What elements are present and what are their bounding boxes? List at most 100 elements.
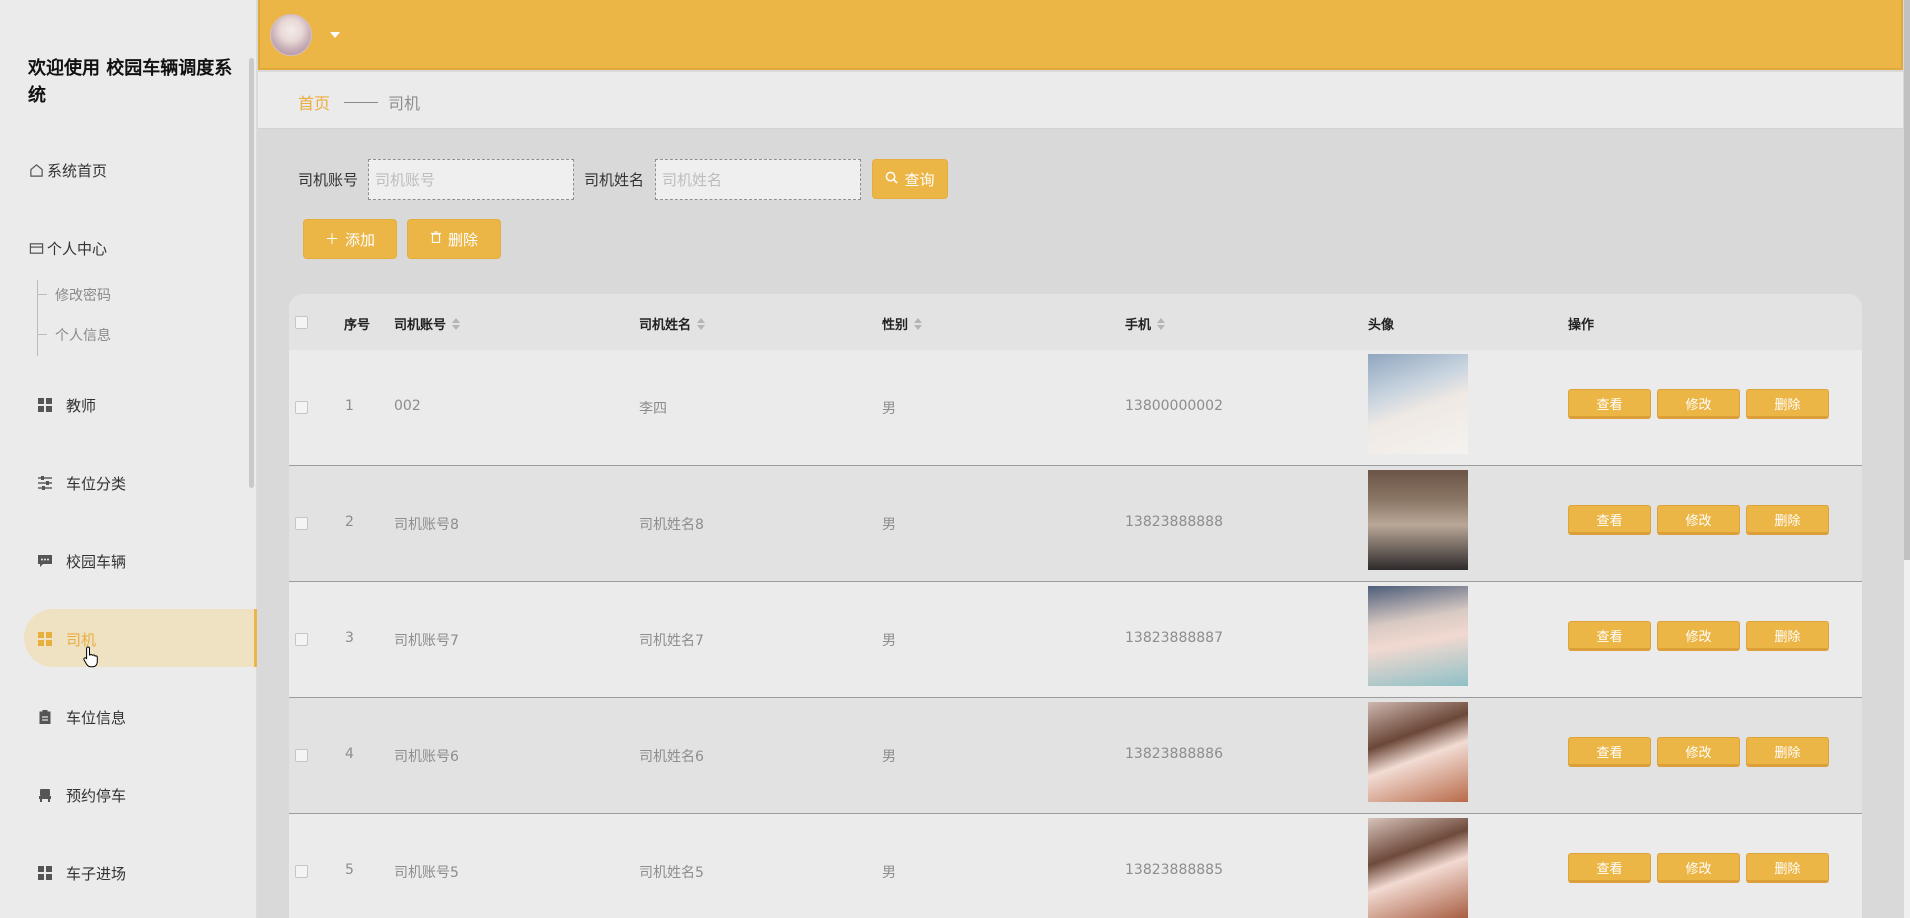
header-name[interactable]: 司机姓名 — [639, 314, 706, 333]
sidebar: 欢迎使用 校园车辆调度系统 系统首页 个人中心 修改密码 个人信息 教师 车位分… — [0, 0, 257, 918]
select-all-checkbox[interactable] — [295, 316, 308, 329]
delete-button-label: 删除 — [447, 230, 478, 249]
sidebar-item-home[interactable]: 系统首页 — [28, 158, 107, 182]
edit-button[interactable]: 修改 — [1657, 621, 1740, 651]
header-name-label: 司机姓名 — [639, 318, 692, 333]
chevron-down-icon[interactable] — [330, 32, 340, 38]
query-button-label: 查询 — [904, 170, 935, 189]
cell-index: 4 — [345, 746, 354, 762]
row-delete-button[interactable]: 删除 — [1746, 853, 1829, 883]
cell-gender: 男 — [882, 517, 896, 533]
sidebar-item-space-info[interactable]: 车位信息 — [28, 705, 126, 729]
view-button[interactable]: 查看 — [1568, 505, 1651, 535]
view-button[interactable]: 查看 — [1568, 853, 1651, 883]
sidebar-item-reserve-parking[interactable]: 预约停车 — [28, 783, 126, 807]
cell-gender: 男 — [882, 633, 896, 649]
card-icon — [28, 240, 44, 256]
sort-icon[interactable] — [1157, 317, 1166, 330]
sidebar-item-label: 车子进场 — [66, 864, 127, 883]
app-window: 欢迎使用 校园车辆调度系统 系统首页 个人中心 修改密码 个人信息 教师 车位分… — [0, 0, 1910, 918]
name-search-input[interactable]: 司机姓名 — [655, 159, 861, 200]
cell-name: 司机姓名6 — [639, 749, 704, 765]
grid-icon — [37, 397, 53, 413]
cell-index: 3 — [345, 630, 354, 646]
sidebar-active-indicator — [254, 609, 257, 667]
user-avatar[interactable] — [270, 14, 312, 56]
edit-button[interactable]: 修改 — [1657, 853, 1740, 883]
row-checkbox[interactable] — [295, 517, 308, 530]
table-row: 1 002 李四 男 13800000002 查看 修改 删除 — [289, 350, 1862, 466]
row-delete-button[interactable]: 删除 — [1746, 737, 1829, 767]
driver-avatar-image — [1368, 470, 1468, 570]
sort-icon[interactable] — [914, 317, 923, 330]
table-row: 5 司机账号5 司机姓名5 男 13823888885 查看 修改 删除 — [289, 814, 1862, 918]
cell-name: 司机姓名8 — [639, 517, 704, 533]
submenu-divider — [37, 280, 38, 356]
page-scrollbar-thumb[interactable] — [1904, 0, 1910, 560]
header-gender[interactable]: 性别 — [882, 314, 923, 333]
driver-avatar-image — [1368, 354, 1468, 454]
view-button[interactable]: 查看 — [1568, 737, 1651, 767]
cell-account: 司机账号7 — [394, 633, 459, 649]
row-delete-button[interactable]: 删除 — [1746, 621, 1829, 651]
message-icon — [37, 553, 53, 569]
breadcrumb-bar: 首页 司机 — [258, 72, 1903, 129]
view-button[interactable]: 查看 — [1568, 389, 1651, 419]
sidebar-item-personal-center[interactable]: 个人中心 — [28, 236, 107, 260]
cell-name: 李四 — [639, 401, 667, 417]
header-avatar: 头像 — [1368, 318, 1395, 333]
seat-icon — [37, 787, 53, 803]
header-account[interactable]: 司机账号 — [394, 314, 461, 333]
grid-icon — [37, 865, 53, 881]
sidebar-item-space-category[interactable]: 车位分类 — [28, 471, 126, 495]
row-delete-button[interactable]: 删除 — [1746, 389, 1829, 419]
edit-button[interactable]: 修改 — [1657, 737, 1740, 767]
sidebar-item-campus-vehicles[interactable]: 校园车辆 — [28, 549, 126, 573]
sort-icon[interactable] — [697, 317, 706, 330]
add-button-label: 添加 — [344, 230, 375, 249]
row-checkbox[interactable] — [295, 633, 308, 646]
row-checkbox[interactable] — [295, 749, 308, 762]
sidebar-item-label: 个人中心 — [47, 239, 108, 258]
view-button[interactable]: 查看 — [1568, 621, 1651, 651]
edit-button[interactable]: 修改 — [1657, 389, 1740, 419]
cell-index: 1 — [345, 398, 354, 414]
breadcrumb-current: 司机 — [388, 94, 421, 113]
cell-account: 司机账号5 — [394, 865, 459, 881]
cell-phone: 13823888888 — [1125, 514, 1223, 530]
cell-phone: 13823888886 — [1125, 746, 1223, 762]
edit-button[interactable]: 修改 — [1657, 505, 1740, 535]
breadcrumb-home[interactable]: 首页 — [298, 90, 330, 114]
sidebar-subitem-change-password[interactable]: 修改密码 — [38, 285, 111, 305]
row-checkbox[interactable] — [295, 865, 308, 878]
sidebar-item-label: 车位信息 — [66, 708, 127, 727]
breadcrumb-separator — [344, 101, 379, 103]
sort-icon[interactable] — [452, 317, 461, 330]
header-phone[interactable]: 手机 — [1125, 314, 1166, 333]
row-checkbox[interactable] — [295, 401, 308, 414]
sidebar-scrollbar[interactable] — [249, 58, 254, 488]
home-icon — [28, 162, 44, 178]
plus-icon: ＋ — [324, 232, 339, 248]
sidebar-item-vehicle-entry[interactable]: 车子进场 — [28, 861, 126, 885]
header-gender-label: 性别 — [882, 318, 909, 333]
header-phone-label: 手机 — [1125, 318, 1152, 333]
sidebar-item-label: 教师 — [66, 396, 97, 415]
sidebar-item-teacher[interactable]: 教师 — [28, 393, 96, 417]
row-delete-button[interactable]: 删除 — [1746, 505, 1829, 535]
sidebar-item-label: 校园车辆 — [66, 552, 127, 571]
query-button[interactable]: 查询 — [872, 159, 948, 199]
add-button[interactable]: ＋ 添加 — [303, 219, 397, 259]
sidebar-item-label: 系统首页 — [47, 161, 108, 180]
sidebar-subitem-profile[interactable]: 个人信息 — [38, 325, 111, 345]
delete-button[interactable]: 删除 — [407, 219, 501, 259]
trash-icon — [430, 231, 442, 247]
search-icon — [885, 171, 899, 188]
cell-phone: 13800000002 — [1125, 398, 1223, 414]
sidebar-item-label: 车位分类 — [66, 474, 127, 493]
page-scrollbar[interactable] — [1904, 0, 1910, 918]
account-label: 司机账号 — [298, 171, 359, 189]
table-row: 3 司机账号7 司机姓名7 男 13823888887 查看 修改 删除 — [289, 582, 1862, 698]
clipboard-icon — [37, 709, 53, 725]
account-search-input[interactable]: 司机账号 — [368, 159, 574, 200]
